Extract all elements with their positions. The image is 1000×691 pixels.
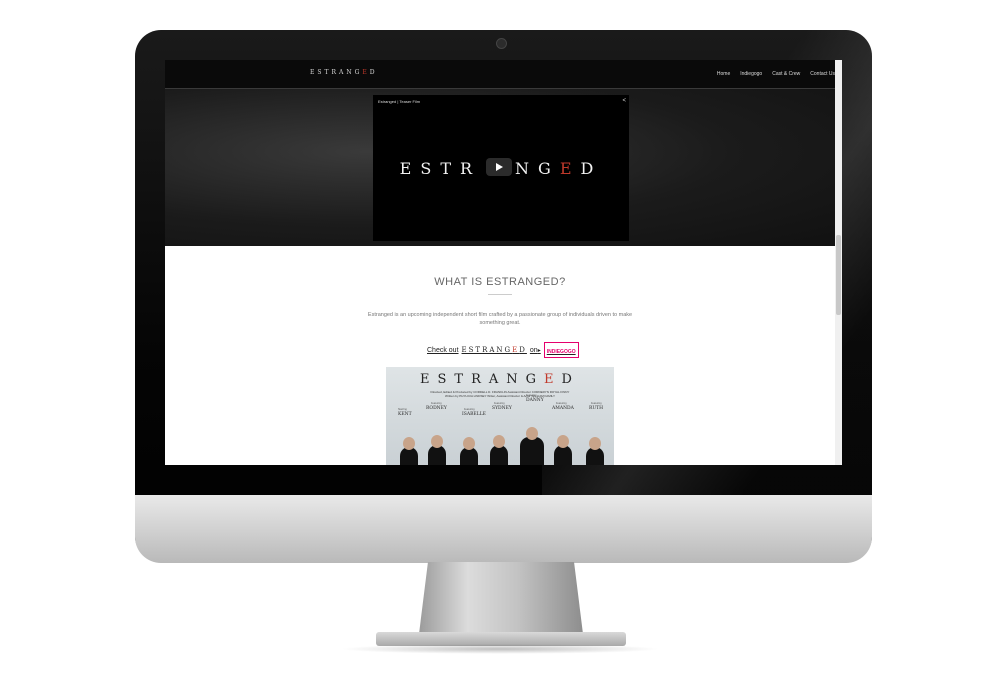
cast-name: ISABELLE [462, 412, 486, 417]
cast-photo [586, 437, 604, 465]
site-brand[interactable]: ESTRANGED [310, 69, 378, 76]
cast-photo [554, 435, 572, 465]
cast-photo [490, 435, 508, 465]
play-icon [495, 163, 503, 171]
cast-photo [520, 427, 544, 465]
arrow-icon: ▸ [537, 347, 541, 354]
nav-cast-crew[interactable]: Cast & Crew [772, 71, 800, 77]
cta-prefix: Check out [427, 346, 459, 354]
poster-cast: Starring KENT Featuring RODNEY Featuring… [386, 394, 614, 465]
cast-photo [400, 437, 418, 465]
poster-credits: Directed, Edited & Produced by CORDELL D… [430, 390, 570, 398]
about-section: WHAT IS ESTRANGED? Estranged is an upcom… [165, 246, 835, 465]
video-player[interactable]: Estranged | Teaser Film < ESTR NGED [373, 95, 629, 241]
cast-name: RODNEY [426, 406, 447, 411]
site-navbar: ESTRANGED Home Indiegogo Cast & Crew Con… [165, 60, 835, 89]
cast-name: DANNY [526, 398, 544, 403]
cast-role: Featuring [494, 402, 505, 405]
film-poster: ESTRANGED Directed, Edited & Produced by… [386, 367, 614, 465]
cast-photo [428, 435, 446, 465]
cast-name: KENT [398, 412, 412, 417]
cast-role: Featuring [556, 402, 567, 405]
section-description: Estranged is an upcoming independent sho… [367, 312, 633, 326]
scrollbar-thumb[interactable] [836, 235, 841, 315]
share-icon[interactable]: < [622, 98, 626, 104]
cast-role: Starring [398, 408, 407, 411]
nav-contact[interactable]: Contact Us [810, 71, 835, 77]
heading-divider [488, 294, 512, 295]
site-nav: Home Indiegogo Cast & Crew Contact Us [717, 71, 835, 77]
monitor-shadow [340, 644, 660, 654]
cast-role: Featuring [591, 402, 602, 405]
screen: ESTRANGED Home Indiegogo Cast & Crew Con… [165, 60, 842, 465]
cta-film-name: ESTRANGED [461, 346, 527, 354]
play-button[interactable] [486, 158, 512, 176]
indiegogo-link[interactable]: Check out ESTRANGED on ▸ INDIEGOGO [427, 342, 579, 358]
cta-suffix: on [529, 346, 538, 354]
cast-role: Featuring [526, 394, 537, 397]
webcam-icon [496, 38, 507, 49]
video-title[interactable]: Estranged | Teaser Film [378, 99, 420, 104]
section-heading: WHAT IS ESTRANGED? [434, 276, 566, 288]
cast-name: RUTH [589, 406, 604, 411]
nav-indiegogo[interactable]: Indiegogo [740, 71, 762, 77]
monitor-chin [135, 495, 872, 563]
cast-photo [460, 437, 478, 465]
cast-role: Featuring [431, 402, 442, 405]
cast-name: AMANDA [552, 406, 574, 411]
monitor-stand [418, 562, 584, 642]
poster-title: ESTRANGED [420, 372, 580, 387]
hero-section: Estranged | Teaser Film < ESTR NGED [165, 89, 835, 246]
nav-home[interactable]: Home [717, 71, 730, 77]
cast-name: SYDNEY [492, 406, 512, 411]
cast-role: Featuring [464, 408, 475, 411]
scrollbar[interactable] [835, 60, 842, 465]
indiegogo-logo[interactable]: INDIEGOGO [543, 342, 579, 358]
